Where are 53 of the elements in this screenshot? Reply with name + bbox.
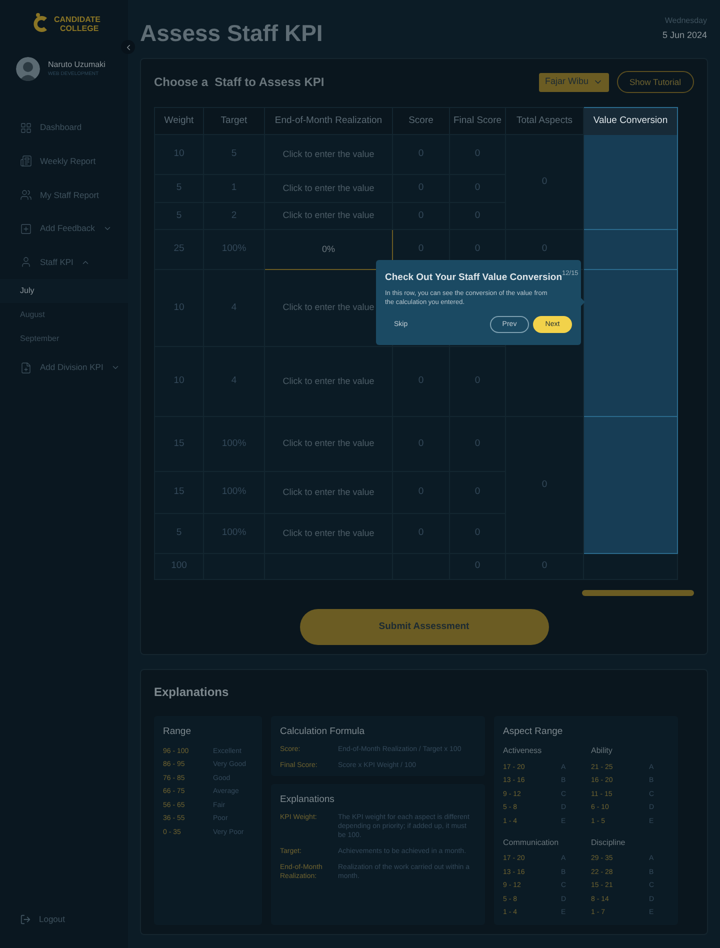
- card-title: Choose a Staff to Assess KPI: [154, 74, 324, 91]
- scrollbar-thumb[interactable]: [582, 590, 694, 596]
- grid-icon: [20, 122, 32, 134]
- column-header: Total Aspects: [506, 108, 584, 134]
- nav-item[interactable]: Staff KPI: [0, 245, 128, 279]
- nav-subitem[interactable]: August: [0, 302, 128, 327]
- realization-field[interactable]: Click to enter the value: [264, 174, 392, 202]
- logo-text: CANDIDATE: [54, 15, 101, 24]
- column-header: Weight: [154, 108, 204, 134]
- plus-square-icon: [20, 222, 32, 235]
- aspect-name: Ability: [591, 745, 614, 758]
- section-title: Explanations: [154, 684, 230, 701]
- collapse-button[interactable]: [121, 40, 135, 54]
- staff-select[interactable]: Fajar Wibu: [538, 72, 608, 92]
- people-icon: [20, 188, 32, 201]
- panel-title: Calculation Formula: [280, 725, 366, 739]
- nav-item[interactable]: Add Feedback: [0, 212, 128, 246]
- weekday-label: Wednesday: [664, 15, 707, 27]
- realization-field[interactable]: Click to enter the value: [264, 514, 392, 554]
- logout-link[interactable]: Logout: [39, 913, 65, 926]
- realization-field[interactable]: Click to enter the value: [264, 346, 392, 416]
- nav-item[interactable]: Dashboard: [0, 111, 128, 145]
- aspect-name: Activeness: [503, 745, 543, 758]
- column-header: Score: [392, 108, 450, 134]
- nav-item[interactable]: My Staff Report: [0, 178, 128, 212]
- column-header: Final Score: [450, 108, 506, 134]
- column-header: Value Conversion: [584, 108, 678, 134]
- aspect-name: Discipline: [591, 836, 626, 849]
- file-plus-icon: [20, 362, 32, 374]
- user-name: Naruto Uzumaki: [48, 59, 106, 72]
- nav-item[interactable]: Add Division KPI: [0, 350, 128, 385]
- realization-field[interactable]: Click to enter the value: [264, 472, 392, 514]
- realization-field[interactable]: Click to enter the value: [264, 202, 392, 230]
- tutorial-button[interactable]: Show Tutorial: [616, 71, 694, 93]
- realization-field[interactable]: Click to enter the value: [264, 416, 392, 472]
- avatar: [16, 57, 40, 81]
- column-header: Target: [204, 108, 264, 134]
- logout-icon: [20, 914, 31, 926]
- nav-item[interactable]: Weekly Report: [0, 144, 128, 178]
- logo-text: COLLEGE: [59, 24, 100, 33]
- panel-title: Aspect Range: [503, 725, 564, 739]
- report-icon: [20, 155, 32, 168]
- page-title: Assess Staff KPI: [140, 19, 323, 48]
- aspect-name: Communication: [503, 836, 560, 849]
- nav-subitem[interactable]: September: [0, 326, 128, 351]
- nav-subitem[interactable]: July: [0, 278, 128, 303]
- panel-title: Explanations: [280, 793, 336, 807]
- submit-button[interactable]: Submit Assessment: [300, 609, 548, 645]
- column-header: End-of-Month Realization: [264, 108, 392, 134]
- date-label: 5 Jun 2024: [662, 29, 707, 42]
- realization-field[interactable]: Click to enter the value: [264, 134, 392, 174]
- panel-title: Range: [163, 725, 192, 739]
- person-icon: [20, 256, 32, 268]
